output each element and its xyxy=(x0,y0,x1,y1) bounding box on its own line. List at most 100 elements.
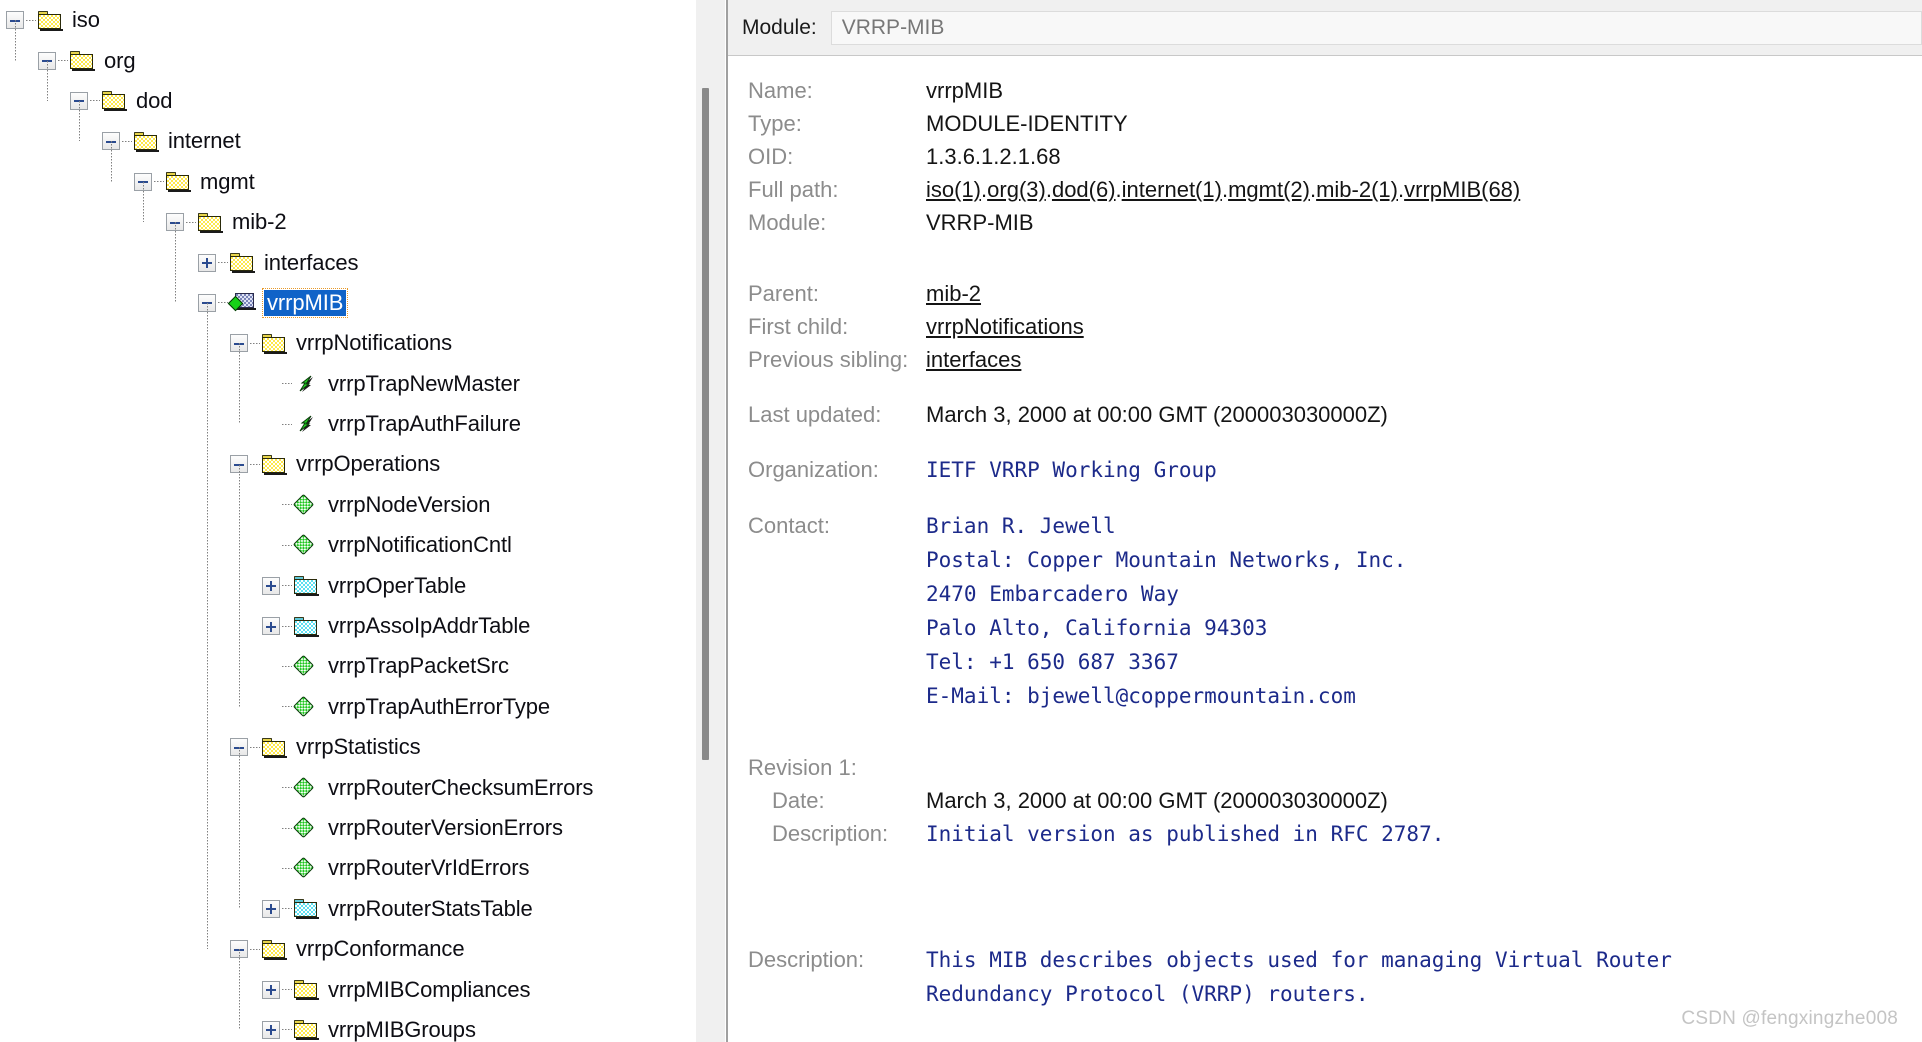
folder-icon xyxy=(230,253,255,274)
tree-connector xyxy=(90,100,100,102)
tree-node-iso[interactable]: iso xyxy=(0,0,716,40)
tree-node-vrrpTrapAuthFailure[interactable]: vrrpTrapAuthFailure xyxy=(0,404,716,444)
detail-row-first-child: First child: vrrpNotifications xyxy=(728,310,1922,343)
tree-node-label: vrrpRouterVrIdErrors xyxy=(328,855,530,881)
tree-scrollbar-thumb[interactable] xyxy=(702,88,709,760)
expand-icon[interactable] xyxy=(262,1020,280,1039)
folder-icon xyxy=(262,737,287,758)
parent-link[interactable]: mib-2 xyxy=(926,277,981,310)
tree-connector xyxy=(282,504,292,506)
panel-splitter[interactable] xyxy=(716,0,726,1042)
folder-icon xyxy=(294,1020,319,1041)
tree-connector xyxy=(282,706,292,708)
tree-vertical-scrollbar[interactable] xyxy=(696,0,716,1042)
tree-node-vrrpMIBCompliances[interactable]: vrrpMIBCompliances xyxy=(0,969,716,1009)
expand-icon[interactable] xyxy=(262,980,280,999)
tree-node-vrrpNodeVersion[interactable]: vrrpNodeVersion xyxy=(0,485,716,525)
tree-node-vrrpTrapPacketSrc[interactable]: vrrpTrapPacketSrc xyxy=(0,646,716,686)
object-detail-panel: Module: VRRP-MIB Name: vrrpMIB Type: MOD… xyxy=(726,0,1922,1042)
expand-icon[interactable] xyxy=(262,576,280,595)
tree-node-label: vrrpNodeVersion xyxy=(328,491,491,517)
first-child-link[interactable]: vrrpNotifications xyxy=(926,310,1084,343)
tree-node-vrrpAssoIpAddrTable[interactable]: vrrpAssoIpAddrTable xyxy=(0,606,716,646)
tree-node-vrrpTrapAuthErrorType[interactable]: vrrpTrapAuthErrorType xyxy=(0,687,716,727)
tree-expander-spacer xyxy=(262,496,282,514)
full-path-value[interactable]: iso(1).org(3).dod(6).internet(1).mgmt(2)… xyxy=(926,173,1520,206)
path-segment[interactable]: org(3) xyxy=(987,177,1046,202)
tree-node-label: org xyxy=(104,47,136,73)
tree-node-vrrpRouterVrIdErrors[interactable]: vrrpRouterVrIdErrors xyxy=(0,848,716,888)
tree-node-label: vrrpRouterVersionErrors xyxy=(328,815,563,840)
mib-tree[interactable]: iso org dod internet mgmt mib-2 interfaces vrrp… xyxy=(0,0,716,1042)
folder-icon xyxy=(294,980,319,1001)
tree-connector xyxy=(282,989,292,991)
tree-node-vrrpMIBGroups[interactable]: vrrpMIBGroups xyxy=(0,1010,716,1042)
tree-node-vrrpMIB[interactable]: vrrpMIB xyxy=(0,283,716,323)
tree-node-vrrpStatistics[interactable]: vrrpStatistics xyxy=(0,727,716,767)
path-segment[interactable]: iso(1) xyxy=(926,177,981,202)
detail-row-description: Description: This MIB describes objects … xyxy=(728,943,1922,1011)
tree-node-mib-2[interactable]: mib-2 xyxy=(0,202,716,242)
detail-row-contact: Contact: Brian R. Jewell Postal: Copper … xyxy=(728,509,1922,713)
path-segment[interactable]: dod(6) xyxy=(1052,177,1116,202)
tree-guide-line xyxy=(207,303,208,950)
tree-node-org[interactable]: org xyxy=(0,40,716,80)
tree-node-mgmt[interactable]: mgmt xyxy=(0,162,716,202)
tree-node-vrrpOperTable[interactable]: vrrpOperTable xyxy=(0,565,716,605)
tree-node-label: dod xyxy=(136,87,173,113)
tree-node-vrrpNotifications[interactable]: vrrpNotifications xyxy=(0,323,716,363)
tree-node-vrrpOperations[interactable]: vrrpOperations xyxy=(0,444,716,484)
expand-icon[interactable] xyxy=(262,617,280,636)
tree-node-vrrpTrapNewMaster[interactable]: vrrpTrapNewMaster xyxy=(0,364,716,404)
tree-node-vrrpRouterVersionErrors[interactable]: vrrpRouterVersionErrors xyxy=(0,808,716,848)
path-segment[interactable]: internet(1) xyxy=(1122,177,1222,202)
table-folder-icon xyxy=(294,616,319,637)
previous-sibling-label: Previous sibling: xyxy=(748,347,909,372)
tree-node-label: iso xyxy=(72,7,100,33)
tree-node-dod[interactable]: dod xyxy=(0,81,716,121)
notification-trap-icon xyxy=(294,374,318,394)
tree-connector xyxy=(186,221,196,223)
tree-node-label: vrrpTrapPacketSrc xyxy=(328,653,509,679)
folder-icon xyxy=(262,333,287,354)
tree-node-label: vrrpRouterStatsTable xyxy=(328,895,533,921)
tree-node-vrrpRouterChecksumErrors[interactable]: vrrpRouterChecksumErrors xyxy=(0,767,716,807)
tree-node-label: vrrpNotifications xyxy=(296,330,453,356)
tree-connector xyxy=(250,746,260,748)
tree-node-label: vrrpConformance xyxy=(296,936,465,962)
previous-sibling-link[interactable]: interfaces xyxy=(926,343,1021,376)
expand-icon[interactable] xyxy=(262,899,280,918)
path-segment[interactable]: vrrpMIB(68) xyxy=(1404,177,1520,202)
scalar-object-icon xyxy=(292,816,318,842)
expand-icon[interactable] xyxy=(198,253,216,272)
tree-node-vrrpRouterStatsTable[interactable]: vrrpRouterStatsTable xyxy=(0,889,716,929)
tree-node-vrrpNotificationCntl[interactable]: vrrpNotificationCntl xyxy=(0,525,716,565)
tree-node-interfaces[interactable]: interfaces xyxy=(0,242,716,282)
tree-node-label: vrrpOperations xyxy=(296,451,441,477)
tree-connector xyxy=(218,262,228,264)
tree-expander-spacer xyxy=(262,779,282,797)
tree-node-label: interfaces xyxy=(264,249,359,275)
tree-expander-spacer xyxy=(262,536,282,554)
tree-node-label: mgmt xyxy=(200,168,255,194)
mib-tree-panel[interactable]: iso org dod internet mgmt mib-2 interfaces vrrp… xyxy=(0,0,716,1042)
path-segment[interactable]: mgmt(2) xyxy=(1228,177,1310,202)
folder-icon xyxy=(70,51,95,72)
tree-guide-line xyxy=(239,343,240,425)
watermark: CSDN @fengxingzhe008 xyxy=(1681,1008,1898,1029)
module-name-field[interactable]: VRRP-MIB xyxy=(830,10,1922,45)
tree-guide-line xyxy=(239,747,240,909)
tree-connector xyxy=(282,625,292,627)
detail-row-organization: Organization: IETF VRRP Working Group xyxy=(728,453,1922,487)
tree-node-label: vrrpMIB xyxy=(261,287,349,318)
tree-connector xyxy=(282,908,292,910)
tree-node-label: vrrpStatistics xyxy=(296,734,421,760)
tree-node-vrrpConformance[interactable]: vrrpConformance xyxy=(0,929,716,969)
path-segment[interactable]: mib-2(1) xyxy=(1316,177,1398,202)
tree-node-internet[interactable]: internet xyxy=(0,121,716,161)
